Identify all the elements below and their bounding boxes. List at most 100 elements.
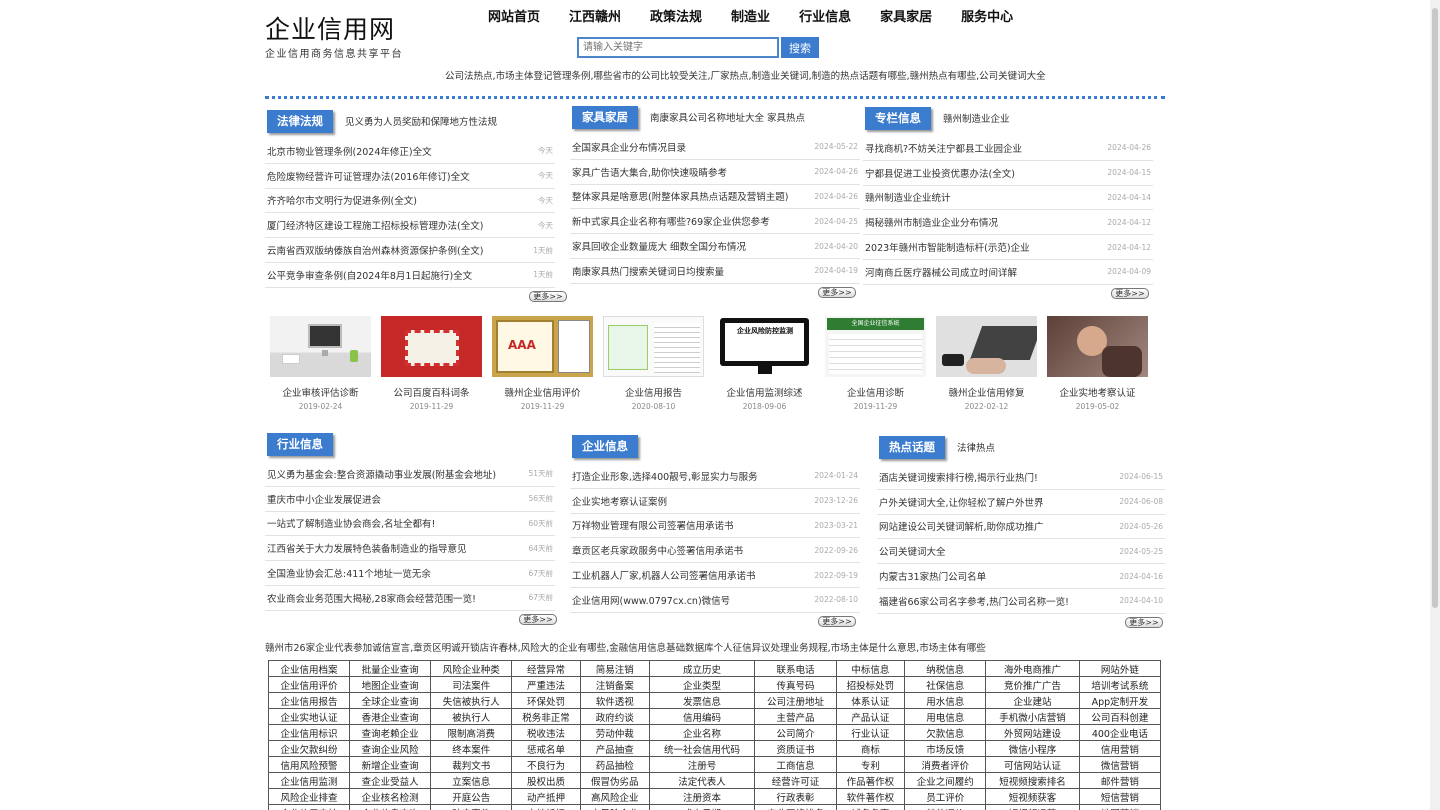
grid-link[interactable]: 企业信用报告 bbox=[267, 692, 351, 709]
nav-item-industry[interactable]: 行业信息 bbox=[799, 6, 851, 25]
service-card[interactable]: AAA 赣州企业信用评价 2019-11-29 bbox=[487, 316, 598, 411]
section-tag[interactable]: 企业信息 bbox=[572, 434, 638, 458]
grid-link[interactable]: 注销备案 bbox=[579, 676, 650, 693]
grid-link[interactable]: 商业网络排名 bbox=[754, 804, 837, 810]
grid-link[interactable]: 开庭公告 bbox=[430, 788, 513, 805]
grid-link[interactable]: 股权出质 bbox=[511, 772, 581, 789]
grid-link[interactable]: 立案信息 bbox=[430, 772, 513, 789]
list-item[interactable]: 寻找商机?不妨关注宁都县工业园企业 2024-04-26 bbox=[863, 136, 1153, 161]
grid-link[interactable]: 劳动仲裁 bbox=[579, 724, 650, 741]
grid-link[interactable]: 企业名称 bbox=[648, 724, 756, 741]
more-button[interactable]: 更多>> bbox=[818, 286, 856, 298]
hot-keywords-line[interactable]: 公司法热点,市场主体登记管理条例,哪些省市的公司比较受关注,厂家热点,制造业关键… bbox=[445, 68, 1046, 82]
grid-link[interactable]: 成立日期 bbox=[648, 804, 756, 810]
list-item[interactable]: 酒店关键词搜索排行榜,揭示行业热门! 2024-06-15 bbox=[877, 465, 1165, 490]
grid-link[interactable]: 信用营销 bbox=[1078, 740, 1162, 757]
service-card[interactable]: 企业实地考察认证 2019-05-02 bbox=[1042, 316, 1153, 411]
grid-link[interactable]: 地图营销 bbox=[1078, 804, 1162, 810]
grid-link[interactable]: 联系电话 bbox=[754, 660, 837, 677]
grid-link[interactable]: 短视频搜索排名 bbox=[985, 772, 1080, 789]
grid-link[interactable]: App定制开发 bbox=[1078, 692, 1162, 709]
list-item-title[interactable]: 宁都县促进工业投资优惠办法(全文) bbox=[865, 166, 1015, 180]
list-item-title[interactable]: 厦门经济特区建设工程施工招标投标管理办法(全文) bbox=[267, 218, 483, 232]
grid-link[interactable]: 产品认证 bbox=[835, 708, 906, 725]
grid-link[interactable]: 信用风险预警 bbox=[267, 756, 351, 773]
more-button[interactable]: 更多>> bbox=[1111, 287, 1149, 299]
service-card[interactable]: 企业信用报告 2020-08-10 bbox=[598, 316, 709, 411]
section-tag[interactable]: 专栏信息 bbox=[865, 106, 931, 130]
service-card[interactable]: 企业审核评估诊断 2019-02-24 bbox=[265, 316, 376, 411]
grid-link[interactable]: 传真号码 bbox=[754, 676, 837, 693]
grid-link[interactable]: 药品抽检 bbox=[579, 756, 650, 773]
search-button[interactable]: 搜索 bbox=[781, 37, 819, 58]
list-item-title[interactable]: 万祥物业管理有限公司签署信用承诺书 bbox=[572, 518, 734, 532]
list-item[interactable]: 江西省关于大力发展特色装备制造业的指导意见 64天前 bbox=[265, 536, 555, 562]
grid-link[interactable]: 新增企业查询 bbox=[349, 756, 432, 773]
grid-link[interactable]: 域名备案 bbox=[835, 804, 906, 810]
grid-link[interactable]: 行政表彰 bbox=[754, 788, 837, 805]
list-item[interactable]: 公平竞争审查条例(自2024年8月1日起施行)全文 1天前 bbox=[265, 263, 555, 288]
grid-link[interactable]: 软件著作权 bbox=[835, 788, 906, 805]
list-item[interactable]: 见义勇为基金会:整合资源撬动事业发展(附基金会地址) 51天前 bbox=[265, 462, 555, 487]
list-item[interactable]: 家具回收企业数量庞大 细数全国分布情况 2024-04-20 bbox=[570, 234, 860, 259]
grid-link[interactable]: 限制高消费 bbox=[430, 724, 513, 741]
grid-link[interactable]: 香港企业查询 bbox=[349, 708, 432, 725]
list-item[interactable]: 宁都县促进工业投资优惠办法(全文) 2024-04-15 bbox=[863, 161, 1153, 186]
grid-link[interactable]: 惩戒名单 bbox=[511, 740, 581, 757]
list-item[interactable]: 万祥物业管理有限公司签署信用承诺书 2023-03-21 bbox=[570, 514, 860, 539]
grid-link[interactable]: 微信小程序 bbox=[985, 740, 1080, 757]
service-card[interactable]: 赣州企业信用修复 2022-02-12 bbox=[931, 316, 1042, 411]
section-sub-link[interactable]: 南康家具公司名称地址大全 家具热点 bbox=[650, 110, 805, 124]
list-item-title[interactable]: 云南省西双版纳傣族自治州森林资源保护条例(全文) bbox=[267, 243, 483, 257]
grid-link[interactable]: 中风险企业 bbox=[579, 804, 650, 810]
grid-link[interactable]: 税务非正常 bbox=[511, 708, 581, 725]
grid-link[interactable]: 市场反馈 bbox=[904, 740, 987, 757]
grid-link[interactable]: 批量企业查询 bbox=[349, 660, 432, 677]
list-item-title[interactable]: 见义勇为基金会:整合资源撬动事业发展(附基金会地址) bbox=[267, 467, 496, 481]
list-item[interactable]: 河南商丘医疗器械公司成立时间详解 2024-04-09 bbox=[863, 260, 1153, 285]
grid-link[interactable]: 全球企业查询 bbox=[349, 692, 432, 709]
grid-link[interactable]: 风险企业排查 bbox=[267, 788, 351, 805]
more-button[interactable]: 更多>> bbox=[529, 290, 567, 302]
section-tag[interactable]: 热点话题 bbox=[879, 435, 945, 459]
nav-item-jiangxi[interactable]: 江西赣州 bbox=[569, 6, 621, 25]
grid-link[interactable]: 培训考试系统 bbox=[1078, 676, 1162, 693]
grid-link[interactable]: 资质证书 bbox=[754, 740, 837, 757]
list-item[interactable]: 工业机器人厂家,机器人公司签署信用承诺书 2022-09-19 bbox=[570, 563, 860, 588]
grid-link[interactable]: 动产抵押 bbox=[511, 788, 581, 805]
list-item[interactable]: 全国家具企业分布情况目录 2024-05-22 bbox=[570, 135, 860, 160]
list-item[interactable]: 内蒙古31家热门公司名单 2024-04-16 bbox=[877, 564, 1165, 589]
list-item-title[interactable]: 新中式家具企业名称有哪些?69家企业供您参考 bbox=[572, 214, 770, 228]
list-item[interactable]: 赣州制造业企业统计 2024-04-14 bbox=[863, 186, 1153, 211]
grid-link[interactable]: 破产案件 bbox=[430, 804, 513, 810]
list-item-title[interactable]: 工业机器人厂家,机器人公司签署信用承诺书 bbox=[572, 568, 756, 582]
grid-link[interactable]: 短视频获客 bbox=[985, 788, 1080, 805]
grid-link[interactable]: 企业建站 bbox=[985, 692, 1080, 709]
nav-item-furniture[interactable]: 家具家居 bbox=[880, 6, 932, 25]
list-item-title[interactable]: 网站建设公司关键词解析,助你成功推广 bbox=[879, 519, 1044, 533]
list-item-title[interactable]: 整体家具是啥意思(附整体家具热点话题及营销主题) bbox=[572, 189, 788, 203]
list-item[interactable]: 一站式了解制造业协会商会,名址全都有! 60天前 bbox=[265, 512, 555, 537]
list-item-title[interactable]: 危险废物经营许可证管理办法(2016年修订)全文 bbox=[267, 169, 470, 183]
list-item[interactable]: 打造企业形象,选择400靓号,彰显实力与服务 2024-01-24 bbox=[570, 464, 860, 489]
grid-link[interactable]: 裁判文书 bbox=[430, 756, 513, 773]
more-button[interactable]: 更多>> bbox=[818, 615, 856, 627]
grid-link[interactable]: 消费者评价 bbox=[904, 756, 987, 773]
grid-link[interactable]: 假冒伪劣品 bbox=[579, 772, 650, 789]
grid-link[interactable]: 海外电商推广 bbox=[985, 660, 1080, 677]
grid-link[interactable]: 用电信息 bbox=[904, 708, 987, 725]
grid-link[interactable]: 发票信息 bbox=[648, 692, 756, 709]
section-tag[interactable]: 行业信息 bbox=[267, 432, 333, 456]
section-sub-link[interactable]: 见义勇为人员奖励和保障地方性法规 bbox=[345, 114, 497, 128]
grid-link[interactable]: 严重违法 bbox=[511, 676, 581, 693]
grid-link[interactable]: 司法案件 bbox=[430, 676, 513, 693]
grid-link[interactable]: 政府约谈 bbox=[579, 708, 650, 725]
grid-link[interactable]: 企业信用审核 bbox=[267, 804, 351, 810]
nav-item-policy[interactable]: 政策法规 bbox=[650, 6, 702, 25]
search-input[interactable] bbox=[577, 37, 779, 58]
grid-link[interactable]: 用水信息 bbox=[904, 692, 987, 709]
grid-link[interactable]: 行业认证 bbox=[835, 724, 906, 741]
list-item[interactable]: 重庆市中小企业发展促进会 56天前 bbox=[265, 487, 555, 512]
list-item-title[interactable]: 北京市物业管理条例(2024年修正)全文 bbox=[267, 144, 432, 158]
grid-link[interactable]: 简易注销 bbox=[579, 660, 650, 677]
